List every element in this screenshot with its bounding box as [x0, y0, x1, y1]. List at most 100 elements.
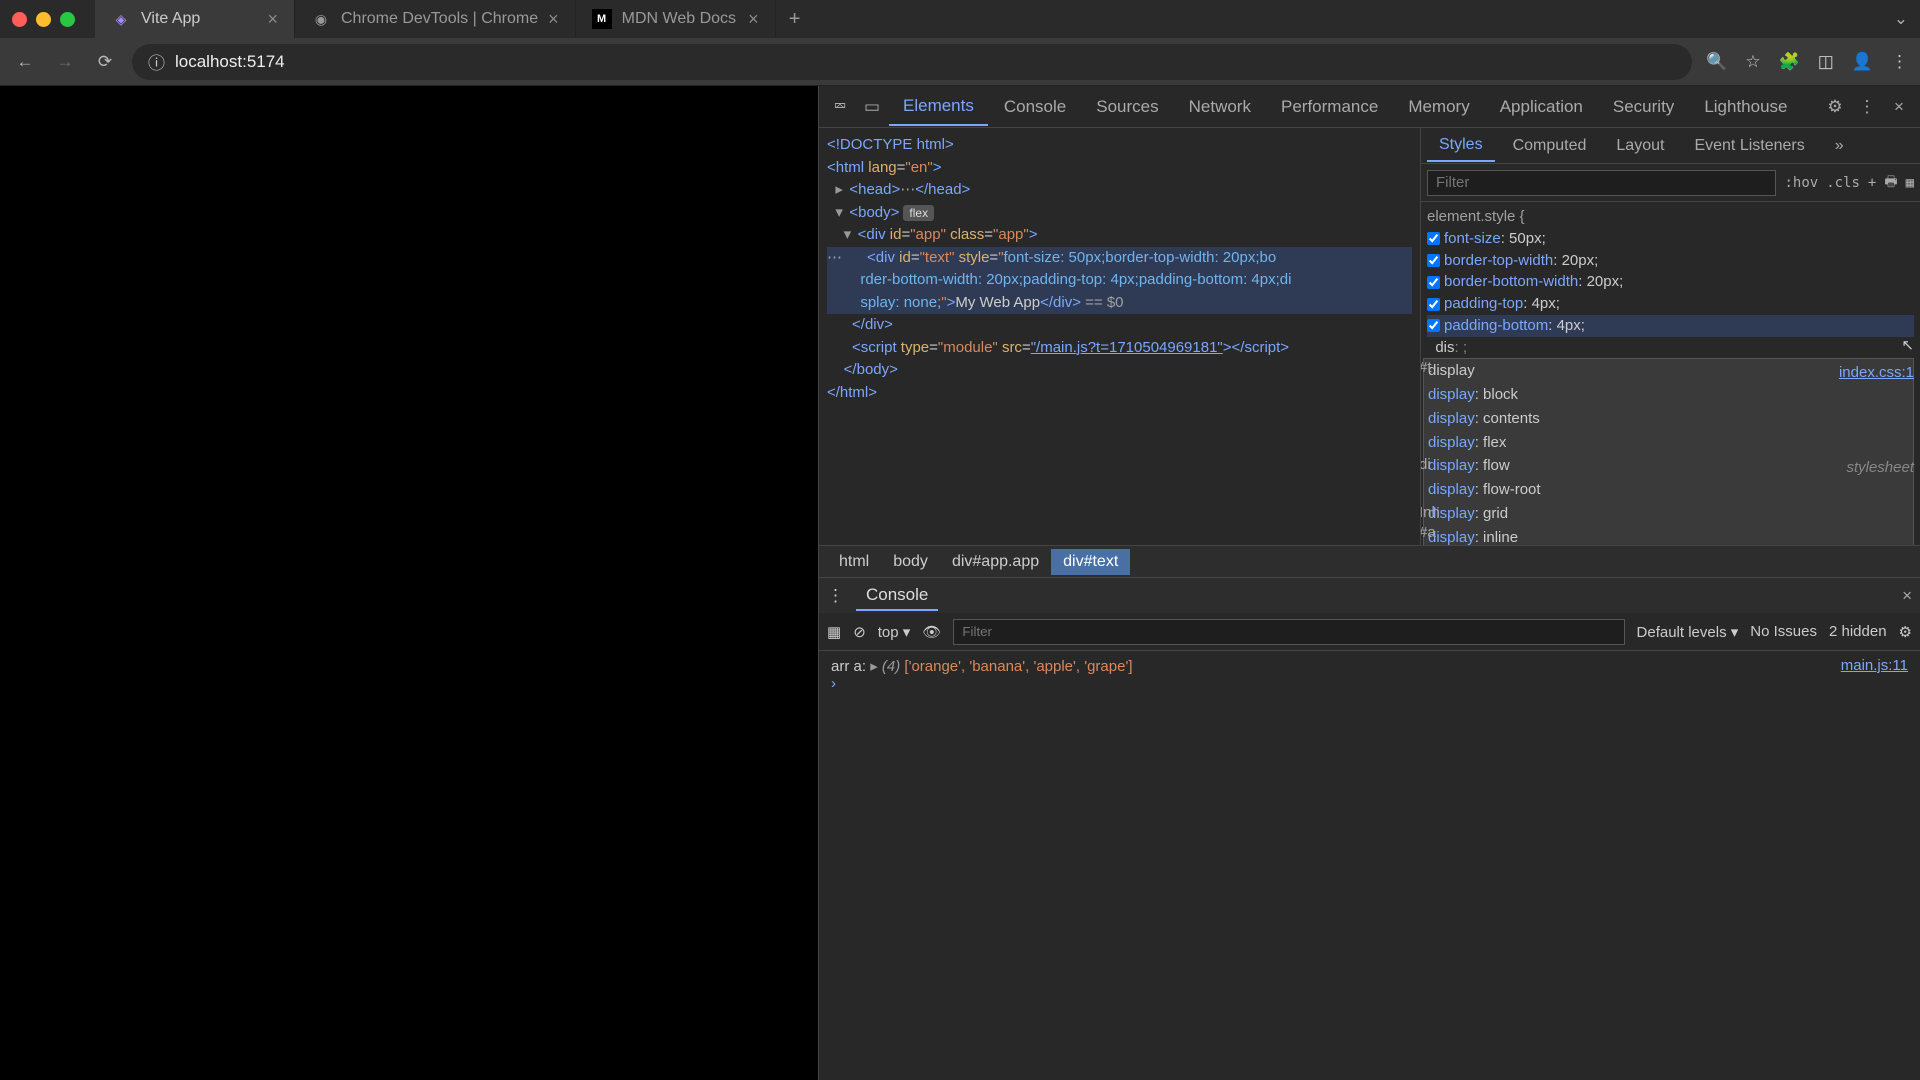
window-controls	[12, 12, 75, 27]
print-icon[interactable]: 🖶	[1884, 171, 1897, 195]
maximize-window-icon[interactable]	[60, 12, 75, 27]
tab-performance[interactable]: Performance	[1267, 89, 1392, 125]
dom-tree[interactable]: <!DOCTYPE html> <html lang="en"> ▸<head>…	[819, 128, 1420, 545]
autocomplete-item[interactable]: display: grid	[1424, 502, 1913, 526]
autocomplete-item[interactable]: display: inline	[1424, 526, 1913, 546]
close-tab-icon[interactable]: ×	[748, 9, 759, 30]
tab-title: MDN Web Docs	[622, 10, 736, 28]
computed-panel-icon[interactable]: ▦	[1906, 175, 1914, 191]
close-devtools-icon[interactable]: ×	[1884, 92, 1914, 122]
crumb-body[interactable]: body	[881, 549, 940, 575]
source-link[interactable]: main.js:11	[1841, 657, 1908, 674]
new-tab-button[interactable]: +	[776, 0, 814, 38]
console-filter-input[interactable]	[953, 619, 1624, 645]
console-drawer-tab[interactable]: Console	[856, 581, 938, 611]
cls-toggle[interactable]: .cls	[1826, 175, 1860, 191]
close-tab-icon[interactable]: ×	[267, 9, 278, 30]
devtools-panel: ⮹ ▭ Elements Console Sources Network Per…	[818, 86, 1920, 1080]
mouse-cursor-icon: ↖	[1901, 335, 1914, 357]
profile-icon[interactable]: 👤	[1852, 52, 1873, 72]
tab-console[interactable]: Console	[990, 89, 1080, 125]
element-style-selector: element.style {	[1427, 208, 1525, 225]
prop-checkbox[interactable]	[1427, 254, 1440, 267]
typing-prop[interactable]: dis	[1435, 339, 1454, 356]
prop-checkbox[interactable]	[1427, 276, 1440, 289]
styles-filter-input[interactable]	[1427, 170, 1776, 196]
tab-application[interactable]: Application	[1486, 89, 1597, 125]
stylesheet-label: stylesheet	[1846, 457, 1914, 479]
browser-title-bar: ◈ Vite App × ◉ Chrome DevTools | Chrome …	[0, 0, 1920, 38]
subtab-styles[interactable]: Styles	[1427, 130, 1495, 162]
bookmark-icon[interactable]: ☆	[1745, 52, 1760, 72]
tab-elements[interactable]: Elements	[889, 88, 988, 126]
prop-checkbox[interactable]	[1427, 232, 1440, 245]
vite-favicon-icon: ◈	[111, 9, 131, 29]
tab-security[interactable]: Security	[1599, 89, 1688, 125]
autocomplete-item[interactable]: display: flex	[1424, 431, 1913, 455]
tab-network[interactable]: Network	[1175, 89, 1265, 125]
new-style-rule-icon[interactable]: +	[1868, 175, 1876, 191]
mdn-favicon-icon: M	[592, 9, 612, 29]
crumb-html[interactable]: html	[827, 549, 881, 575]
autocomplete-item[interactable]: display: block	[1424, 383, 1913, 407]
extensions-icon[interactable]: 🧩	[1779, 52, 1800, 72]
subtab-computed[interactable]: Computed	[1501, 131, 1599, 161]
inspect-element-icon[interactable]: ⮹	[825, 92, 855, 122]
tab-memory[interactable]: Memory	[1394, 89, 1483, 125]
source-link[interactable]: index.css:1	[1839, 362, 1914, 384]
crumb-text[interactable]: div#text	[1051, 549, 1130, 575]
prop-checkbox[interactable]	[1427, 319, 1440, 332]
more-subtabs-icon[interactable]: »	[1823, 131, 1856, 161]
zoom-icon[interactable]: 🔍	[1706, 52, 1727, 72]
autocomplete-item[interactable]: display: contents	[1424, 407, 1913, 431]
close-window-icon[interactable]	[12, 12, 27, 27]
prop-checkbox[interactable]	[1427, 298, 1440, 311]
site-info-icon[interactable]: ⓘ	[148, 49, 165, 74]
subtab-event-listeners[interactable]: Event Listeners	[1682, 131, 1816, 161]
reload-button[interactable]: ⟳	[92, 49, 118, 75]
autocomplete-item[interactable]: display: flow-root	[1424, 478, 1913, 502]
tab-vite-app[interactable]: ◈ Vite App ×	[95, 0, 295, 38]
chevron-down-icon[interactable]: ⌄	[1894, 9, 1908, 29]
settings-icon[interactable]: ⚙	[1820, 92, 1850, 122]
issues-badge[interactable]: No Issues	[1750, 623, 1817, 640]
forward-button[interactable]: →	[52, 49, 78, 75]
settings-icon[interactable]: ⚙	[1899, 623, 1912, 641]
selected-dom-node[interactable]: ⋯ <div id="text" style="font-size: 50px;…	[827, 247, 1412, 270]
tab-mdn[interactable]: M MDN Web Docs ×	[576, 0, 776, 38]
crumb-app[interactable]: div#app.app	[940, 549, 1051, 575]
hov-toggle[interactable]: :hov	[1784, 175, 1818, 191]
url-input[interactable]: ⓘ localhost:5174	[132, 44, 1692, 80]
close-tab-icon[interactable]: ×	[548, 9, 559, 30]
styles-rules[interactable]: element.style { font-size: 50px; border-…	[1421, 202, 1920, 545]
subtab-layout[interactable]: Layout	[1604, 131, 1676, 161]
doctype-node: <!DOCTYPE html>	[827, 136, 954, 153]
more-icon[interactable]: ⋮	[827, 586, 844, 606]
autocomplete-dropdown[interactable]: displaydisplay: blockdisplay: contentsdi…	[1423, 358, 1914, 545]
tab-devtools-docs[interactable]: ◉ Chrome DevTools | Chrome ×	[295, 0, 576, 38]
sidebar-toggle-icon[interactable]: ▦	[827, 623, 841, 641]
side-panel-icon[interactable]: ◫	[1818, 52, 1834, 72]
device-toolbar-icon[interactable]: ▭	[857, 92, 887, 122]
live-expression-icon[interactable]: 👁	[922, 623, 941, 641]
devtools-tabs: ⮹ ▭ Elements Console Sources Network Per…	[819, 86, 1920, 128]
array-values: ['orange', 'banana', 'apple', 'grape']	[904, 658, 1132, 675]
minimize-window-icon[interactable]	[36, 12, 51, 27]
log-levels-dropdown[interactable]: Default levels ▾	[1637, 623, 1739, 641]
clear-console-icon[interactable]: ⊘	[853, 623, 866, 641]
more-icon[interactable]: ⋮	[1852, 92, 1882, 122]
tab-sources[interactable]: Sources	[1082, 89, 1172, 125]
flex-badge: flex	[903, 205, 934, 221]
styles-subtabs: Styles Computed Layout Event Listeners »	[1421, 128, 1920, 164]
browser-tabs: ◈ Vite App × ◉ Chrome DevTools | Chrome …	[95, 0, 814, 38]
console-output[interactable]: arr a: ▸ (4) ['orange', 'banana', 'apple…	[819, 651, 1920, 1080]
back-button[interactable]: ←	[12, 49, 38, 75]
autocomplete-item[interactable]: display: flow	[1424, 454, 1913, 478]
context-dropdown[interactable]: top ▾	[878, 623, 911, 641]
tab-lighthouse[interactable]: Lighthouse	[1690, 89, 1801, 125]
close-drawer-icon[interactable]: ×	[1902, 586, 1912, 606]
log-prefix: arr a:	[831, 658, 866, 675]
menu-icon[interactable]: ⋮	[1891, 52, 1908, 72]
hidden-count: 2 hidden	[1829, 623, 1887, 640]
console-toolbar: ▦ ⊘ top ▾ 👁 Default levels ▾ No Issues 2…	[819, 613, 1920, 651]
